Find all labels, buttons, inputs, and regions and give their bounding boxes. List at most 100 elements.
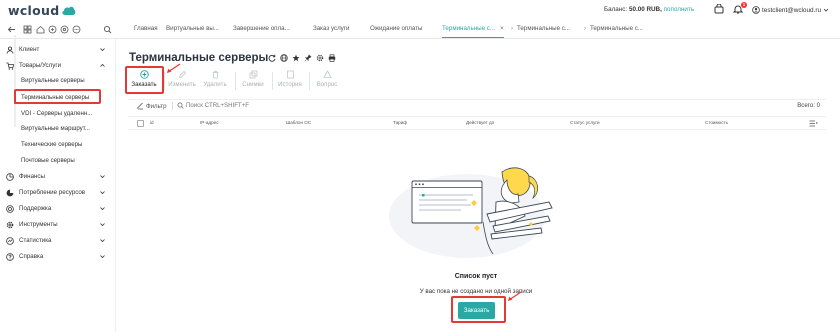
help-icon [6,253,14,261]
sidebar-item-tools[interactable]: Инструменты [0,218,116,232]
title-actions [268,54,336,62]
snapshots-button-label: Снимки [242,81,264,88]
empty-state-title: Список пуст [454,273,498,280]
snapshots-button[interactable]: Снимки [236,70,270,90]
sidebar-item-virtual-servers[interactable]: Виртуальные серверы [21,77,85,84]
sidebar-item-support[interactable]: Поддержка [0,202,116,216]
arrow-annotation-icon [508,291,522,301]
sidebar-item-technical-servers[interactable]: Технические серверы [21,141,82,148]
chevron-down-icon [100,239,105,243]
star-icon[interactable] [292,54,300,62]
menu-circle-icon[interactable] [72,25,81,36]
statistics-icon [6,237,14,245]
sidebar-item-help[interactable]: Справка [0,250,116,264]
select-all-checkbox[interactable] [137,120,144,127]
topup-link[interactable]: пополнить [664,6,695,13]
chevron-down-icon [100,175,105,179]
tab-home[interactable]: Главная [134,20,158,38]
snapshots-icon [249,70,257,79]
column-header[interactable]: Шаблон ОС [286,120,311,125]
sidebar-item-client[interactable]: Клиент [0,43,116,57]
print-icon[interactable] [328,54,336,62]
table-header: id IP-адрес Шаблон ОС Тариф Действует до… [128,116,826,130]
chevron-right-icon: › [584,26,586,32]
highlight-frame [451,296,506,323]
logo[interactable]: wcloud [8,3,76,18]
top-bar: wcloud Баланс: 50.00 RUB, пополнить 1 te… [0,0,840,20]
highlight-frame [125,66,164,94]
home-icon[interactable] [36,25,45,36]
divider [172,102,173,110]
close-icon[interactable]: × [500,25,504,32]
column-header[interactable]: Стоимость [705,120,728,125]
chevron-down-icon [100,48,105,52]
delete-button[interactable]: Удалить [198,70,232,90]
chevron-down-icon [100,191,105,195]
column-header[interactable]: Тариф [393,120,407,125]
balance-value: 50.00 RUB, [628,6,662,13]
sidebar-item-finance[interactable]: Финансы [0,170,116,184]
question-button[interactable]: Вопрос [310,70,344,90]
filter-icon [136,102,143,110]
user-menu[interactable]: testclient@wcloud.ru [752,6,829,14]
pin-icon[interactable] [304,54,312,62]
user-icon [752,6,760,14]
highlight-frame [14,89,101,104]
sidebar-item-label: Финансы [19,173,45,180]
refresh-icon[interactable] [268,54,276,62]
filter-label: Фильтр [146,102,167,110]
search-icon[interactable] [103,25,112,36]
search-icon [177,102,184,109]
search-input[interactable]: Поиск CTRL+SHIFT+F [177,102,249,109]
balance-label: Баланс: [604,6,628,13]
search-placeholder: Поиск CTRL+SHIFT+F [186,102,249,109]
question-button-label: Вопрос [316,81,338,88]
column-header[interactable]: Статус услуги [570,120,600,125]
sidebar-item-goods[interactable]: Товары/Услуги [0,59,116,73]
notifications-badge: 1 [741,2,747,8]
sidebar-item-virtual-routers[interactable]: Виртуальные маршрут... [21,125,90,132]
tab-terminal-servers-3[interactable]: Терминальные с... [590,20,643,38]
sidebar-item-label: Товары/Услуги [19,62,62,69]
column-header[interactable]: IP-адрес [200,120,219,125]
user-email: testclient@wcloud.ru [762,6,822,14]
support-icon [6,205,14,213]
question-icon [322,70,332,78]
tab-terminal-servers-2[interactable]: Терминальные с... [517,20,570,38]
sidebar-item-statistics[interactable]: Статистика [0,234,116,248]
tab-order-service[interactable]: Заказ услуги [313,20,350,38]
cart-icon[interactable] [714,3,724,16]
settings-icon[interactable] [60,25,69,36]
trash-icon [212,70,218,79]
grid-icon[interactable] [23,25,32,36]
column-header[interactable]: Действует до [466,120,494,125]
tab-terminal-servers-active[interactable]: Терминальные с... × [442,20,504,38]
history-button[interactable]: История [273,70,307,90]
chevron-right-icon: › [511,26,513,32]
sidebar-item-label: Статистика [19,237,52,244]
history-icon [286,70,294,79]
columns-menu-icon[interactable] [809,120,818,127]
empty-state-subtitle: У вас пока не создано ни одной записи [419,288,533,295]
gear-icon [6,221,14,229]
sidebar-item-vdi-servers[interactable]: VDI - Серверы удаленн... [21,110,92,117]
tab-payment-completion[interactable]: Завершение опла... [233,20,290,38]
tab-awaiting-payment[interactable]: Ожидание оплаты [370,20,422,38]
sidebar-item-label: Инструменты [19,221,58,228]
notifications-icon[interactable]: 1 [732,2,747,16]
globe-icon[interactable] [280,54,288,62]
settings-icon[interactable] [316,54,324,62]
column-header[interactable]: id [150,120,154,125]
cart-icon [6,62,14,70]
filter-button[interactable]: Фильтр [136,102,166,110]
sidebar-item-label: Поддержка [19,205,52,212]
history-button-label: История [278,81,302,88]
favorites-icon[interactable] [48,25,57,36]
chevron-down-icon [100,255,105,259]
balance: Баланс: 50.00 RUB, пополнить [604,6,694,13]
tab-virtual-servers[interactable]: Виртуальные вы... [166,20,219,38]
sidebar-item-mail-servers[interactable]: Почтовые серверы [21,157,75,164]
user-icon [6,46,14,54]
sidebar-item-resource-usage[interactable]: Потребление ресурсов [0,186,116,200]
finance-icon [6,173,14,181]
